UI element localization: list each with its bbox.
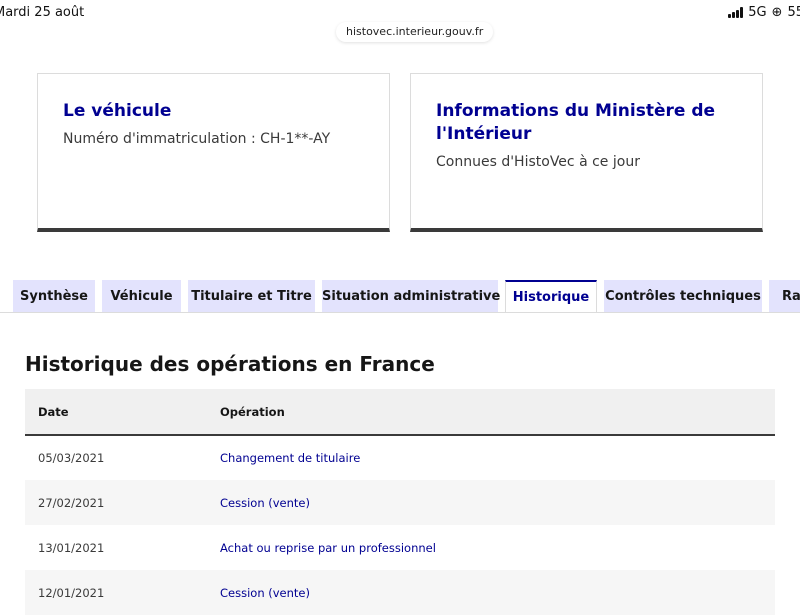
tab-situation-administrative[interactable]: Situation administrative — [322, 280, 500, 313]
ministry-card-title: Informations du Ministère de l'Intérieur — [436, 101, 716, 144]
table-row: 13/01/2021 Achat ou reprise par un profe… — [25, 525, 775, 570]
tab-synthese[interactable]: Synthèse — [13, 280, 95, 313]
tab-historique[interactable]: Historique — [505, 280, 597, 314]
row-date: 13/01/2021 — [38, 540, 105, 555]
row-date: 12/01/2021 — [38, 585, 105, 600]
status-indicators: 5G ⊕ 55 — [728, 5, 800, 20]
ministry-info-card: Informations du Ministère de l'Intérieur… — [410, 73, 763, 232]
tab-vehicule[interactable]: Véhicule — [102, 280, 181, 313]
table-row: 12/01/2021 Cession (vente) — [25, 570, 775, 615]
column-header-operation: Opération — [220, 404, 285, 419]
orientation-lock-icon: ⊕ — [771, 5, 783, 20]
row-date: 27/02/2021 — [38, 495, 105, 510]
table-row: 05/03/2021 Changement de titulaire — [25, 435, 775, 480]
tab-controles-techniques[interactable]: Contrôles techniques — [604, 280, 762, 313]
battery-label: 55 — [787, 5, 800, 20]
status-time: Mardi 25 août — [0, 5, 85, 20]
address-bar[interactable]: histovec.interieur.gouv.fr — [336, 22, 494, 42]
tab-titulaire-et-titre[interactable]: Titulaire et Titre — [188, 280, 315, 313]
vehicle-card-title: Le véhicule — [63, 101, 172, 121]
tab-bar: Synthèse Véhicule Titulaire et Titre Sit… — [0, 280, 800, 314]
column-header-date: Date — [38, 404, 69, 419]
history-title: Historique des opérations en France — [25, 352, 435, 376]
table-row: 27/02/2021 Cession (vente) — [25, 480, 775, 525]
row-operation: Cession (vente) — [220, 495, 310, 510]
signal-icon — [728, 7, 744, 18]
history-table: Date Opération 05/03/2021 Changement de … — [25, 389, 775, 615]
table-header-row: Date Opération — [25, 389, 775, 435]
tab-rapport[interactable]: Rap — [769, 280, 800, 313]
vehicle-card: Le véhicule Numéro d'immatriculation : C… — [37, 73, 390, 232]
network-label: 5G — [748, 5, 767, 20]
registration-number: Numéro d'immatriculation : CH-1**-AY — [63, 131, 331, 147]
row-date: 05/03/2021 — [38, 451, 105, 465]
ministry-card-subtitle: Connues d'HistoVec à ce jour — [436, 154, 640, 170]
row-operation: Cession (vente) — [220, 585, 310, 600]
row-operation: Achat ou reprise par un professionnel — [220, 540, 436, 555]
row-operation: Changement de titulaire — [220, 451, 361, 465]
